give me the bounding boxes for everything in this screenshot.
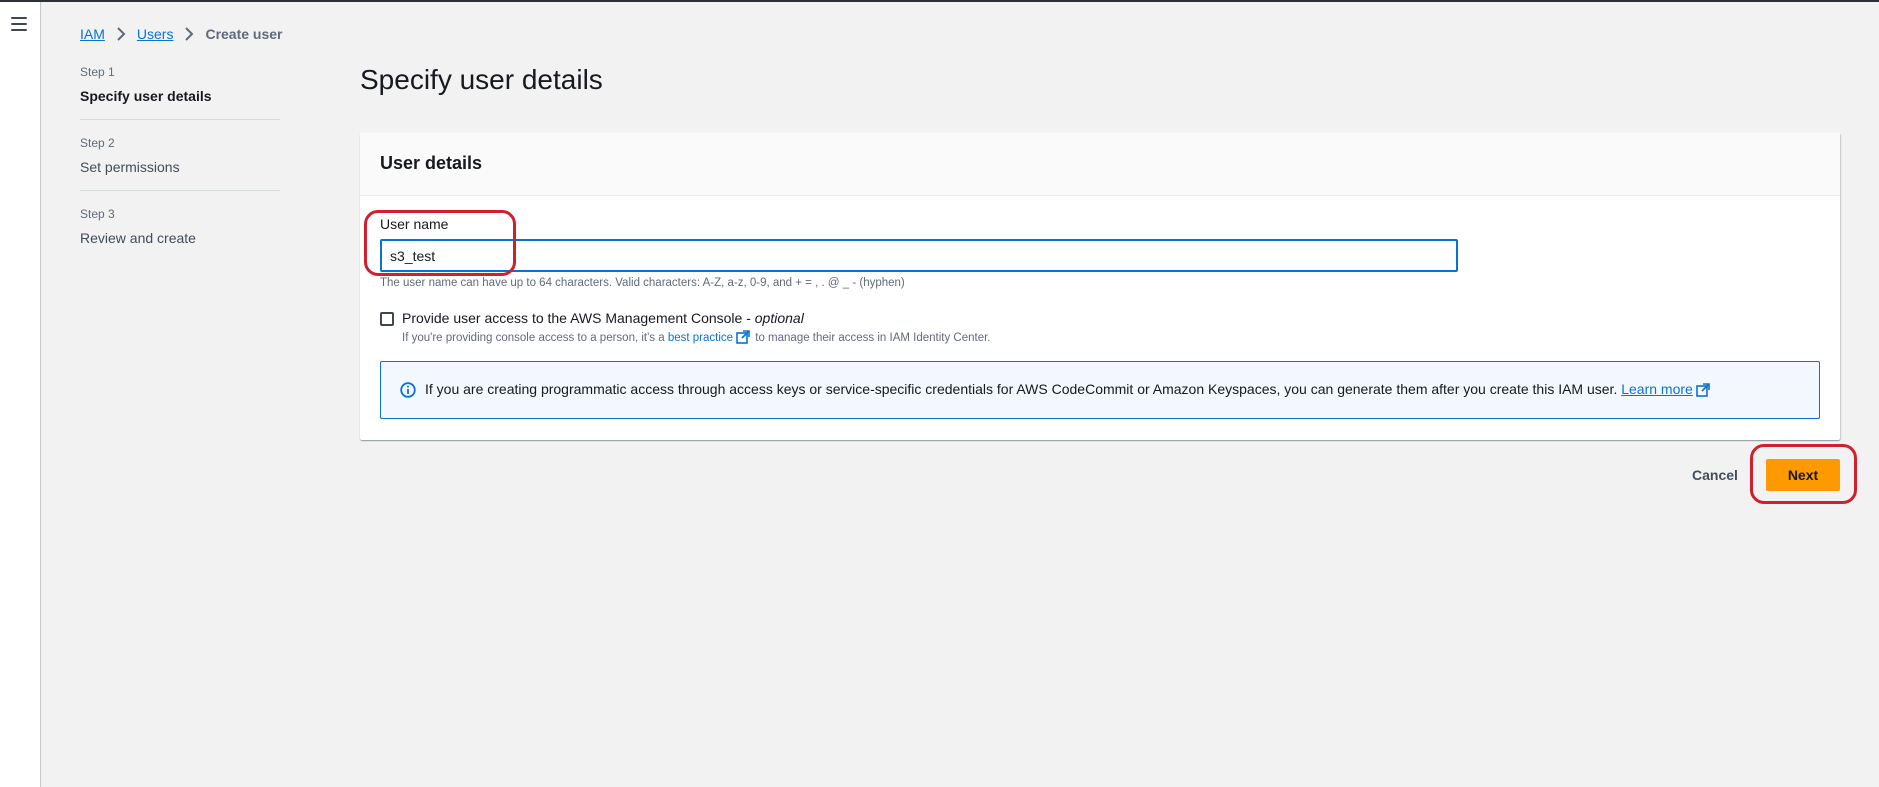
step-label[interactable]: Review and create: [80, 229, 280, 247]
annotation-highlight-username: [364, 210, 516, 276]
wizard-steps: Step 1 Specify user details Step 2 Set p…: [80, 64, 280, 276]
step-label: Specify user details: [80, 88, 212, 104]
console-access-description: If you're providing console access to a …: [402, 330, 991, 344]
console-access-label[interactable]: Provide user access to the AWS Managemen…: [402, 310, 804, 326]
side-navigation: [0, 2, 41, 787]
top-border: [0, 0, 1879, 2]
optional-text: optional: [754, 310, 804, 326]
cancel-button[interactable]: Cancel: [1680, 462, 1750, 488]
desc-text-after: to manage their access in IAM Identity C…: [755, 332, 991, 344]
breadcrumb: IAM Users Create user: [80, 24, 283, 44]
learn-more-link[interactable]: Learn more: [1621, 381, 1693, 397]
chevron-right-icon: [185, 27, 194, 41]
info-icon: [400, 382, 416, 398]
breadcrumb-create-user: Create user: [205, 26, 283, 42]
step-label[interactable]: Set permissions: [80, 158, 280, 176]
breadcrumb-users[interactable]: Users: [137, 26, 174, 42]
username-hint: The user name can have up to 64 characte…: [380, 277, 905, 289]
step-number: Step 3: [80, 207, 115, 221]
menu-icon[interactable]: [11, 17, 27, 31]
annotation-highlight-next: [1750, 444, 1857, 504]
step-3: Step 3 Review and create: [80, 206, 280, 261]
step-2: Step 2 Set permissions: [80, 135, 280, 191]
breadcrumb-iam[interactable]: IAM: [80, 26, 105, 42]
best-practice-link[interactable]: best practice: [668, 332, 733, 344]
user-details-panel: User details User name The user name can…: [360, 133, 1840, 440]
console-access-checkbox[interactable]: [380, 312, 394, 326]
info-alert-text: If you are creating programmatic access …: [425, 381, 1712, 397]
info-alert: If you are creating programmatic access …: [380, 361, 1820, 419]
step-1: Step 1 Specify user details: [80, 64, 280, 120]
page-title: Specify user details: [360, 64, 603, 95]
console-access-text: Provide user access to the AWS Managemen…: [402, 310, 751, 326]
username-input[interactable]: [380, 239, 1458, 272]
external-link-icon[interactable]: [1696, 383, 1710, 397]
step-number: Step 1: [80, 65, 115, 79]
chevron-right-icon: [117, 27, 126, 41]
step-number: Step 2: [80, 136, 115, 150]
desc-text-before: If you're providing console access to a …: [402, 332, 665, 344]
panel-header: User details: [360, 133, 1840, 196]
external-link-icon[interactable]: [736, 330, 750, 344]
info-message: If you are creating programmatic access …: [425, 381, 1618, 397]
